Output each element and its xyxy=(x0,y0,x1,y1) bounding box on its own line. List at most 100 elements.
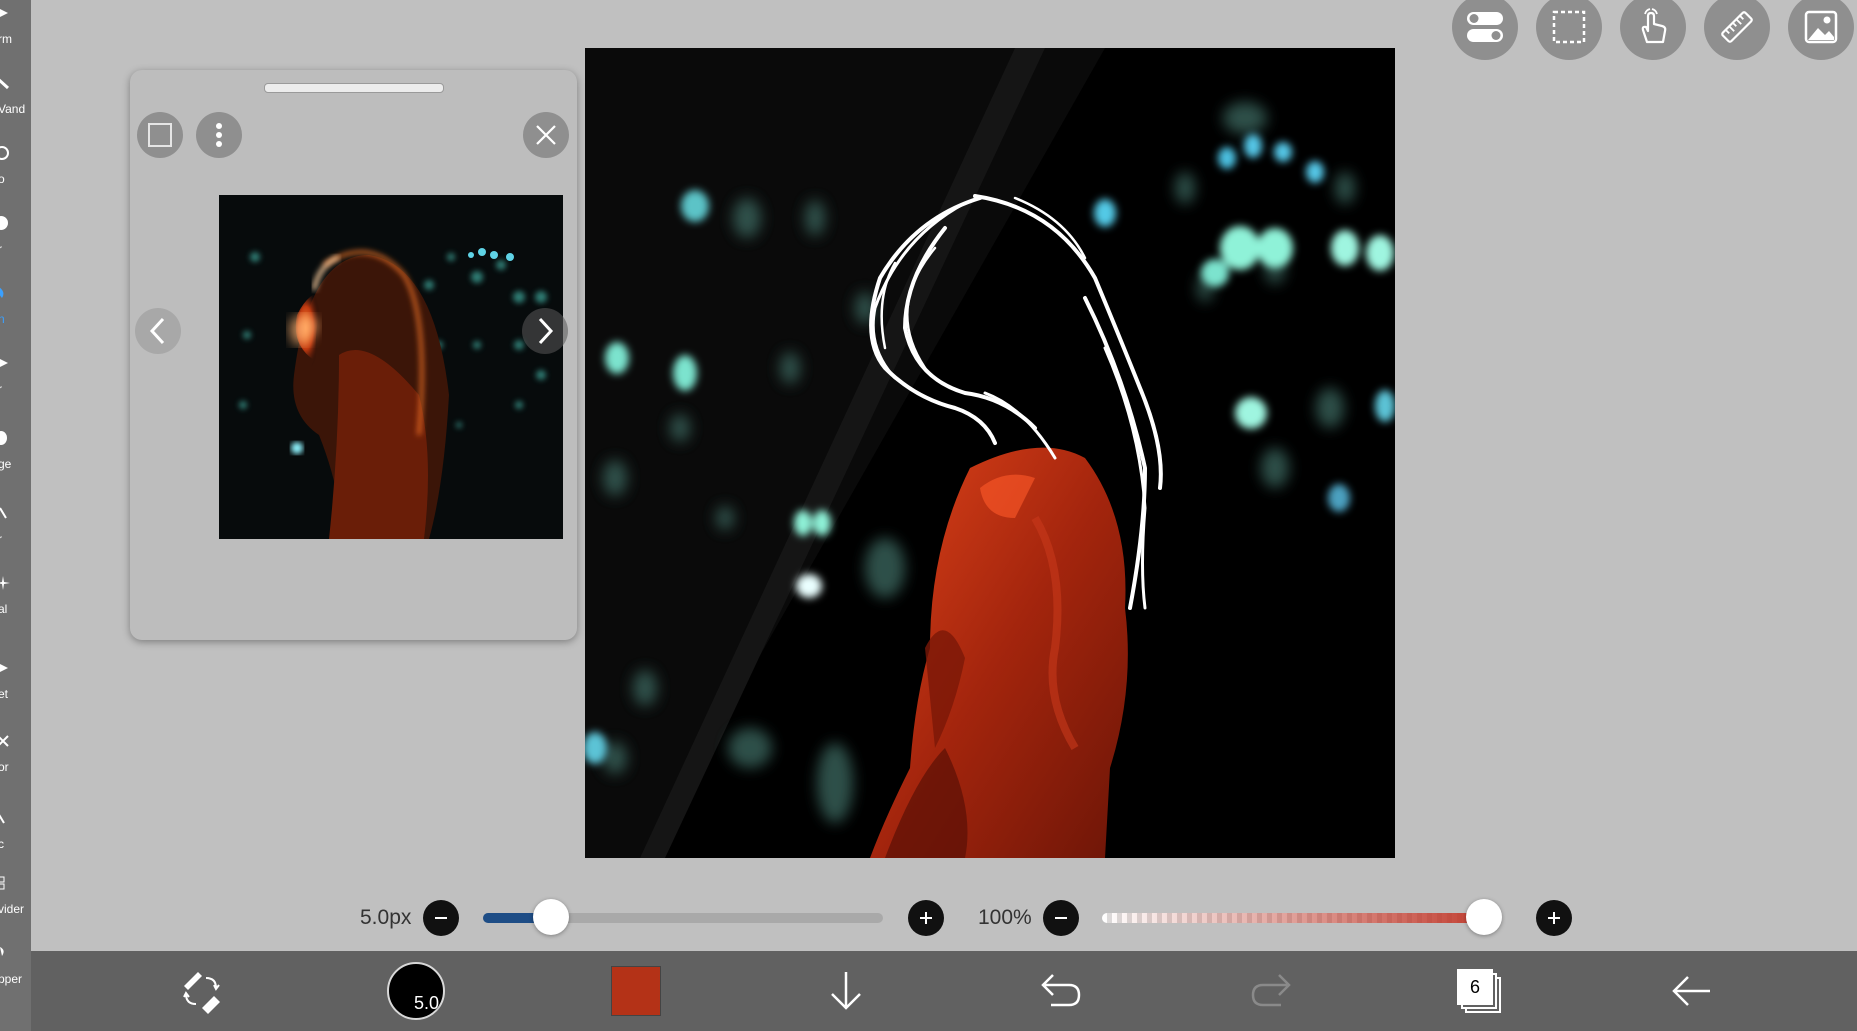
ruler-button[interactable] xyxy=(1704,0,1770,60)
brush-eraser-toggle-icon xyxy=(183,972,220,1014)
frame-divider-icon xyxy=(0,876,5,890)
tool-label: Vand xyxy=(0,102,26,116)
drawing-canvas[interactable] xyxy=(585,48,1395,858)
layers-icon: 6 xyxy=(1457,969,1501,1013)
opacity-thumb[interactable] xyxy=(1466,899,1502,935)
minus-icon xyxy=(435,917,447,919)
tool-label: o xyxy=(0,172,5,186)
tool-frame[interactable]: c xyxy=(0,805,31,865)
brush-icon xyxy=(0,287,4,298)
layers-button[interactable]: 6 xyxy=(1439,951,1519,1031)
tool-label: n xyxy=(0,312,5,326)
selection-icon xyxy=(1552,10,1586,44)
tool-label: or xyxy=(0,760,9,774)
tool-special[interactable]: al xyxy=(0,570,31,630)
tool-label: ge xyxy=(0,457,12,471)
selection-button[interactable] xyxy=(1536,0,1602,60)
undo-icon xyxy=(1041,974,1081,1007)
chevron-right-icon xyxy=(538,317,554,345)
tool-label: rm xyxy=(0,32,12,46)
tool-label: r xyxy=(0,532,2,546)
bottom-toolbar: 5.0 6 xyxy=(31,951,1857,1031)
download-button[interactable] xyxy=(806,951,886,1031)
redo-button[interactable] xyxy=(1231,951,1311,1031)
opacity-slider[interactable] xyxy=(1102,899,1502,935)
hand-tool-button[interactable] xyxy=(1620,0,1686,60)
tool-label: pper xyxy=(0,972,23,986)
more-vertical-icon xyxy=(216,123,222,147)
tool-text[interactable]: or xyxy=(0,728,31,788)
brush-size-preview-button[interactable]: 5.0 xyxy=(376,951,456,1031)
tool-brush[interactable]: n xyxy=(0,280,31,340)
tool-label: c xyxy=(0,837,4,851)
brush-size-thumb[interactable] xyxy=(533,899,569,935)
eyedropper-icon xyxy=(0,947,4,956)
download-icon xyxy=(831,972,861,1010)
tool-magic-wand[interactable]: Vand xyxy=(0,70,31,130)
tool-label: r xyxy=(0,242,2,256)
left-toolbar: rm Vand o r n r ge r al et or c xyxy=(0,0,31,1031)
filter-icon xyxy=(0,216,8,230)
reference-image xyxy=(219,195,563,539)
layers-count: 6 xyxy=(1457,969,1493,1005)
chevron-left-icon xyxy=(149,317,165,345)
tool-eraser[interactable]: r xyxy=(0,350,31,410)
opacity-fill xyxy=(1102,913,1498,923)
opacity-decrease-button[interactable] xyxy=(1043,900,1079,936)
text-icon xyxy=(0,735,9,747)
back-icon xyxy=(1672,976,1710,1006)
opacity-increase-button[interactable] xyxy=(1536,900,1572,936)
tool-bucket[interactable]: et xyxy=(0,655,31,715)
drag-handle[interactable] xyxy=(264,83,444,93)
square-icon xyxy=(148,123,172,147)
plus-icon xyxy=(920,912,932,924)
tool-label: r xyxy=(0,382,2,396)
tool-label: al xyxy=(0,602,8,616)
undo-button[interactable] xyxy=(1021,951,1101,1031)
tool-smudge[interactable]: ge xyxy=(0,425,31,485)
smudge-icon xyxy=(0,431,7,445)
brush-size-icon: 5.0 xyxy=(387,962,445,1020)
reference-next-button[interactable] xyxy=(522,308,568,354)
brush-eraser-toggle-button[interactable] xyxy=(161,951,241,1031)
minus-icon xyxy=(1055,917,1067,919)
brush-size-increase-button[interactable] xyxy=(908,900,944,936)
brush-size-badge: 5.0 xyxy=(413,993,439,1013)
color-button[interactable] xyxy=(596,951,676,1031)
tool-frame-divider[interactable]: vider xyxy=(0,870,31,930)
lasso-icon xyxy=(0,146,9,160)
brush-size-decrease-button[interactable] xyxy=(423,900,459,936)
transform-icon xyxy=(0,9,8,17)
reference-menu-button[interactable] xyxy=(196,112,242,158)
frame-icon xyxy=(0,814,5,824)
toggle-settings-button[interactable] xyxy=(1452,0,1518,60)
material-button[interactable] xyxy=(1788,0,1854,60)
plus-icon xyxy=(1548,912,1560,924)
bucket-icon xyxy=(0,664,8,672)
magic-wand-icon xyxy=(0,78,10,90)
tool-filter[interactable]: r xyxy=(0,210,31,270)
reference-close-button[interactable] xyxy=(523,112,569,158)
tool-label: vider xyxy=(0,902,25,916)
special-icon xyxy=(0,576,10,590)
opacity-label: 100% xyxy=(978,906,1032,929)
brush-size-label: 5.0px xyxy=(360,906,412,929)
eraser-icon xyxy=(0,359,8,367)
reference-square-button[interactable] xyxy=(137,112,183,158)
reference-prev-button[interactable] xyxy=(135,308,181,354)
close-icon xyxy=(536,125,556,145)
tool-eyedropper[interactable]: pper xyxy=(0,940,31,1000)
redo-icon xyxy=(1251,974,1291,1007)
tool-lasso[interactable]: o xyxy=(0,140,31,200)
hand-icon xyxy=(1641,8,1667,44)
back-button[interactable] xyxy=(1651,951,1731,1031)
tool-label: et xyxy=(0,687,9,701)
tool-blur[interactable]: r xyxy=(0,500,31,560)
blur-icon xyxy=(0,507,7,519)
image-icon xyxy=(1804,10,1838,44)
reference-panel[interactable] xyxy=(130,70,577,640)
brush-size-slider[interactable] xyxy=(483,899,883,935)
tool-transform[interactable]: rm xyxy=(0,0,31,60)
toggle-icon xyxy=(1467,12,1503,42)
color-swatch xyxy=(611,966,661,1016)
